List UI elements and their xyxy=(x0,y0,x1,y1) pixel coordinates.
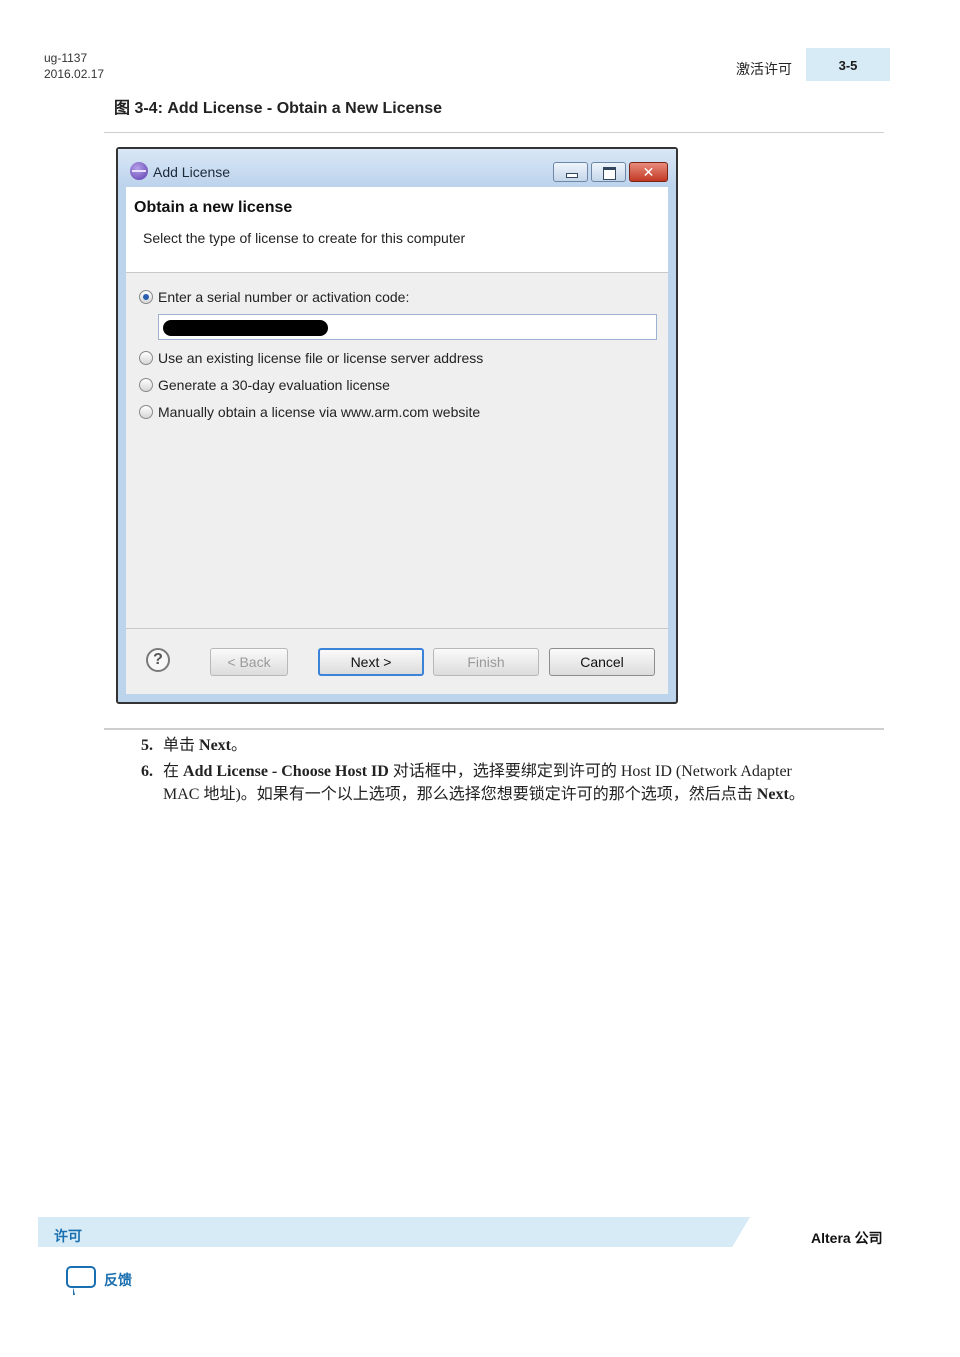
option-serial-number[interactable]: Enter a serial number or activation code… xyxy=(139,289,409,305)
step-5: 5. 单击 Next。 xyxy=(141,734,861,757)
serial-number-input[interactable] xyxy=(158,314,657,340)
redacted-value xyxy=(163,320,328,336)
figure-top-rule xyxy=(104,132,884,133)
figure-caption: 图 3-4: Add License - Obtain a New Licens… xyxy=(114,100,443,117)
help-icon: ? xyxy=(153,651,163,668)
dialog-client: Obtain a new license Select the type of … xyxy=(126,187,668,694)
minimize-button[interactable] xyxy=(553,162,588,182)
step-text-end: 。 xyxy=(788,786,805,803)
app-icon xyxy=(130,162,148,180)
step-number: 6. xyxy=(141,763,153,780)
option-existing-license[interactable]: Use an existing license file or license … xyxy=(139,350,483,366)
feedback-icon[interactable] xyxy=(66,1266,96,1295)
page-number-tab: 3-5 xyxy=(806,48,890,81)
dialog-banner: Obtain a new license Select the type of … xyxy=(126,187,668,273)
help-button[interactable]: ? xyxy=(146,648,170,672)
footer-section-link[interactable]: 许可 xyxy=(54,1226,82,1246)
step-keyword: Add License - Choose Host ID xyxy=(183,763,389,780)
next-button[interactable]: Next > xyxy=(318,648,424,676)
footer-company: Altera 公司 xyxy=(811,1230,883,1246)
maximize-button[interactable] xyxy=(591,162,626,182)
step-text-end: 。 xyxy=(231,737,248,754)
doc-date: 2016.02.17 xyxy=(44,67,105,81)
step-text-line2: MAC 地址)。如果有一个以上选项，那么选择您想要锁定许可的那个选项，然后点击 xyxy=(163,786,757,803)
radio-selected-icon[interactable] xyxy=(139,290,153,304)
step-keyword-2: Next xyxy=(756,786,789,803)
finish-button[interactable]: Finish xyxy=(433,648,539,676)
banner-title: Obtain a new license xyxy=(134,199,293,216)
button-bar-separator xyxy=(126,628,668,629)
figure-bottom-rule xyxy=(104,728,884,730)
cancel-button[interactable]: Cancel xyxy=(549,648,655,676)
option-manual-license[interactable]: Manually obtain a license via www.arm.co… xyxy=(139,404,480,420)
close-button[interactable]: ✕ xyxy=(629,162,668,182)
step-text-mid: 对话框中，选择要绑定到许可的 Host ID (Network Adapter xyxy=(388,763,792,780)
close-icon: ✕ xyxy=(642,164,655,180)
radio-icon[interactable] xyxy=(139,378,153,392)
dialog-titlebar[interactable]: Add License ✕ xyxy=(118,149,676,187)
option-label: Enter a serial number or activation code… xyxy=(158,289,410,305)
step-6: 6. 在 Add License - Choose Host ID 对话框中，选择… xyxy=(141,760,861,806)
back-button[interactable]: < Back xyxy=(210,648,288,676)
doc-id: ug-1137 xyxy=(44,51,88,65)
page-number: 3-5 xyxy=(838,58,858,73)
radio-icon[interactable] xyxy=(139,405,153,419)
banner-subtitle: Select the type of license to create for… xyxy=(143,230,466,246)
doc-id-block: ug-1137 2016.02.17 xyxy=(44,50,104,82)
dialog-title: Add License xyxy=(153,164,231,180)
step-text: 在 xyxy=(163,763,184,780)
step-number: 5. xyxy=(141,737,153,754)
option-label: Generate a 30-day evaluation license xyxy=(158,377,390,393)
step-text: 单击 xyxy=(163,737,200,754)
option-label: Use an existing license file or license … xyxy=(158,350,484,366)
footer-bar: 许可 xyxy=(38,1217,750,1247)
step-continuation: MAC 地址)。如果有一个以上选项，那么选择您想要锁定许可的那个选项，然后点击 … xyxy=(141,783,861,806)
header-section-title: 激活许可 xyxy=(736,61,792,77)
feedback-link[interactable]: 反馈 xyxy=(104,1270,132,1290)
option-label: Manually obtain a license via www.arm.co… xyxy=(158,404,481,420)
add-license-dialog: Add License ✕ Obtain a new license Selec… xyxy=(116,147,678,704)
radio-icon[interactable] xyxy=(139,351,153,365)
option-evaluation-license[interactable]: Generate a 30-day evaluation license xyxy=(139,377,390,393)
step-keyword: Next xyxy=(199,737,231,754)
